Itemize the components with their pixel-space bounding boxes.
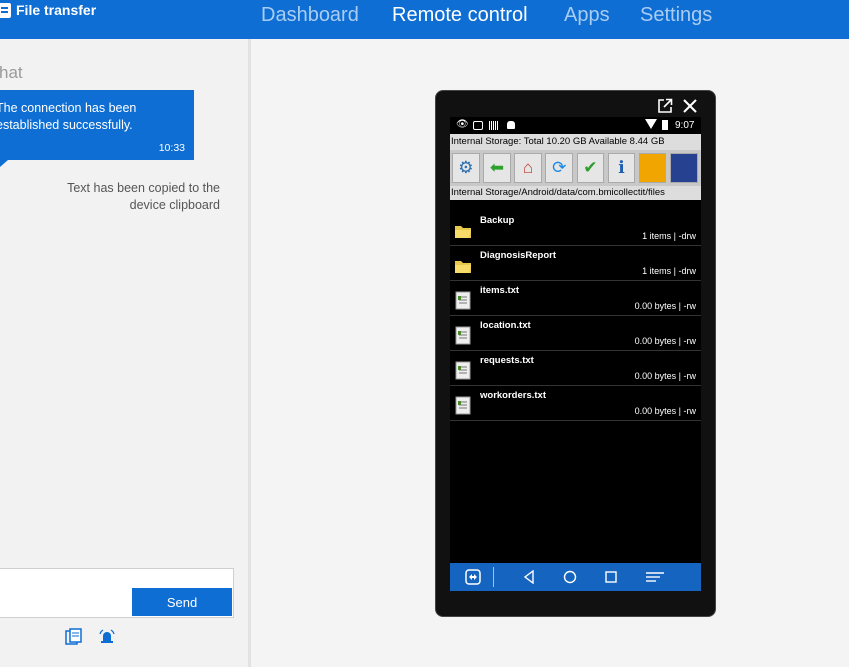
close-icon[interactable] bbox=[682, 98, 698, 114]
file-name: Backup bbox=[480, 215, 515, 226]
tab-remote-control[interactable]: Remote control bbox=[392, 4, 528, 27]
system-message-line-2: device clipboard bbox=[129, 198, 220, 212]
back-arrow-icon[interactable]: ⬅ bbox=[483, 153, 511, 183]
chat-panel: hat The connection has been established … bbox=[0, 39, 248, 667]
android-icon bbox=[507, 121, 515, 129]
device-screen[interactable]: 👁 9:07 Internal Storage: Total 10.20 GB … bbox=[450, 117, 701, 591]
file-meta: 0.00 bytes | -rw bbox=[634, 371, 696, 381]
list-item[interactable]: items.txt 0.00 bytes | -rw bbox=[450, 281, 701, 316]
list-item[interactable]: Backup 1 items | -drw bbox=[450, 211, 701, 246]
home-circle-icon[interactable] bbox=[563, 570, 577, 584]
list-item[interactable]: workorders.txt 0.00 bytes | -rw bbox=[450, 386, 701, 421]
file-meta: 1 items | -drw bbox=[642, 231, 696, 241]
back-icon[interactable] bbox=[522, 569, 536, 585]
file-transfer-label: File transfer bbox=[16, 2, 97, 18]
file-transfer-button[interactable]: File transfer bbox=[0, 2, 96, 18]
file-manager-toolbar: ⚙ ⬅ ⌂ ⟳ ✔ ℹ bbox=[450, 150, 701, 186]
file-name: DiagnosisReport bbox=[480, 250, 557, 261]
folder-icon bbox=[454, 220, 472, 240]
recents-icon[interactable] bbox=[604, 570, 618, 584]
folder-icon[interactable] bbox=[638, 153, 667, 183]
file-meta: 0.00 bytes | -rw bbox=[634, 301, 696, 311]
file-name: location.txt bbox=[480, 320, 531, 331]
file-list: Backup 1 items | -drw DiagnosisReport 1 … bbox=[450, 211, 701, 421]
tab-apps[interactable]: Apps bbox=[564, 4, 610, 27]
text-file-icon bbox=[454, 395, 472, 415]
popout-icon[interactable] bbox=[657, 98, 673, 114]
file-name: items.txt bbox=[480, 285, 520, 296]
status-time: 9:07 bbox=[675, 120, 695, 131]
system-message: Text has been copied to the device clipb… bbox=[20, 180, 220, 214]
list-item[interactable]: location.txt 0.00 bytes | -rw bbox=[450, 316, 701, 351]
android-nav-bar bbox=[450, 563, 701, 591]
chat-bubble: The connection has been established succ… bbox=[0, 90, 194, 160]
battery-icon bbox=[662, 120, 668, 130]
tab-settings[interactable]: Settings bbox=[640, 4, 712, 27]
android-status-bar: 👁 9:07 bbox=[450, 117, 701, 134]
system-message-line-1: Text has been copied to the bbox=[67, 181, 220, 195]
alarm-bell-icon[interactable] bbox=[98, 628, 116, 646]
text-file-icon bbox=[454, 360, 472, 380]
info-icon[interactable]: ℹ bbox=[607, 153, 636, 183]
storage-info: Internal Storage: Total 10.20 GB Availab… bbox=[450, 134, 701, 150]
folder-icon bbox=[454, 255, 472, 275]
file-transfer-icon bbox=[0, 2, 11, 18]
text-file-icon bbox=[454, 290, 472, 310]
text-file-icon bbox=[454, 325, 472, 345]
home-icon[interactable]: ⌂ bbox=[514, 153, 542, 183]
clipboard-icon[interactable] bbox=[65, 628, 83, 646]
sdcard-icon[interactable] bbox=[669, 153, 698, 183]
teamviewer-icon[interactable] bbox=[465, 569, 481, 585]
list-item[interactable]: requests.txt 0.00 bytes | -rw bbox=[450, 351, 701, 386]
menu-icon[interactable] bbox=[645, 570, 665, 584]
current-path: Internal Storage/Android/data/com.bmicol… bbox=[450, 186, 701, 200]
eye-icon: 👁 bbox=[456, 119, 469, 130]
nav-separator bbox=[493, 567, 494, 587]
top-bar: File transfer Dashboard Remote control A… bbox=[0, 0, 849, 39]
teamviewer-status-icon bbox=[473, 121, 483, 130]
gear-icon[interactable]: ⚙ bbox=[452, 153, 480, 183]
file-meta: 0.00 bytes | -rw bbox=[634, 406, 696, 416]
refresh-icon[interactable]: ⟳ bbox=[545, 153, 573, 183]
send-button[interactable]: Send bbox=[132, 588, 232, 616]
file-meta: 1 items | -drw bbox=[642, 266, 696, 276]
chat-title: hat bbox=[0, 63, 23, 82]
bubble-line-2: established successfully. bbox=[0, 118, 133, 132]
file-name: workorders.txt bbox=[480, 390, 546, 401]
file-meta: 0.00 bytes | -rw bbox=[634, 336, 696, 346]
check-icon[interactable]: ✔ bbox=[576, 153, 605, 183]
bubble-time: 10:33 bbox=[158, 142, 185, 154]
wifi-icon bbox=[645, 119, 657, 129]
tab-dashboard[interactable]: Dashboard bbox=[261, 4, 359, 27]
bubble-tail bbox=[0, 160, 8, 167]
bubble-line-1: The connection has been bbox=[0, 101, 137, 115]
list-item[interactable]: DiagnosisReport 1 items | -drw bbox=[450, 246, 701, 281]
file-name: requests.txt bbox=[480, 355, 534, 366]
barcode-icon bbox=[489, 121, 499, 130]
